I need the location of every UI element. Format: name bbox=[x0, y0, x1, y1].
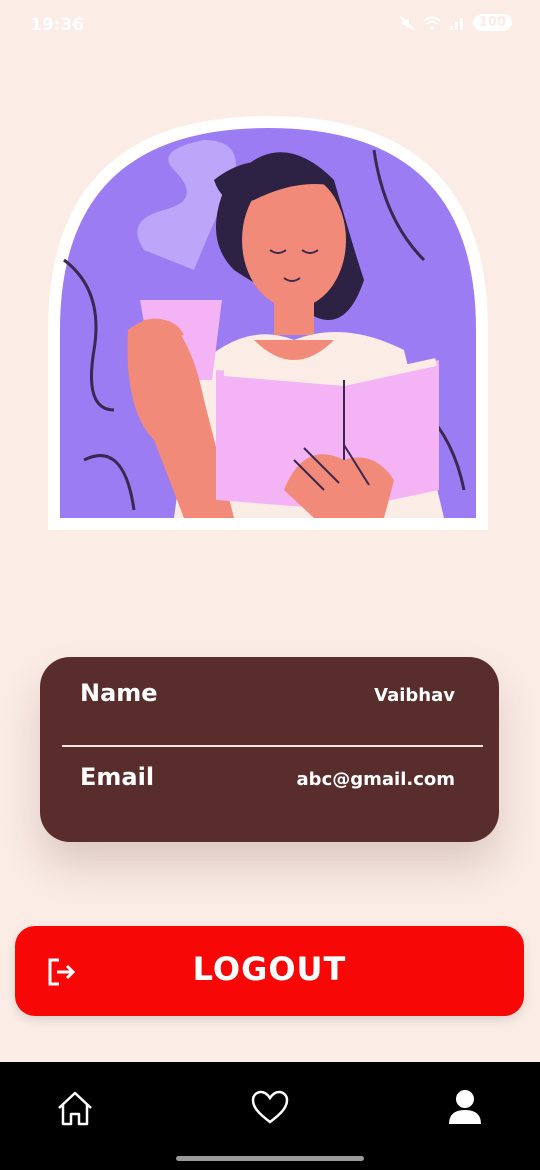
status-time: 19:36 bbox=[30, 15, 85, 35]
reading-woman-illustration bbox=[48, 116, 488, 530]
wifi-icon bbox=[423, 16, 441, 30]
status-icons: 100 bbox=[399, 14, 512, 31]
name-row: Name Vaibhav bbox=[40, 679, 499, 739]
profile-info-card: Name Vaibhav Email abc@gmail.com bbox=[40, 657, 499, 842]
status-bar: 19:36 100 bbox=[0, 0, 540, 52]
logout-label: LOGOUT bbox=[192, 950, 347, 988]
email-value: abc@gmail.com bbox=[296, 769, 455, 790]
logout-button[interactable]: LOGOUT bbox=[15, 926, 524, 1016]
email-label: Email bbox=[80, 763, 155, 791]
nav-profile[interactable] bbox=[443, 1086, 487, 1130]
home-icon bbox=[58, 1091, 92, 1126]
bottom-navigation bbox=[0, 1062, 540, 1170]
battery-level: 100 bbox=[472, 14, 512, 31]
nav-home[interactable] bbox=[53, 1086, 97, 1130]
name-value: Vaibhav bbox=[374, 685, 455, 706]
signal-icon bbox=[449, 17, 463, 30]
heart-icon bbox=[251, 1090, 289, 1124]
user-icon bbox=[449, 1090, 481, 1124]
email-row: Email abc@gmail.com bbox=[40, 763, 499, 823]
mute-icon bbox=[399, 14, 415, 31]
nav-favorites[interactable] bbox=[248, 1086, 292, 1130]
home-indicator[interactable] bbox=[176, 1156, 364, 1161]
name-label: Name bbox=[80, 679, 158, 707]
card-divider bbox=[62, 745, 483, 747]
